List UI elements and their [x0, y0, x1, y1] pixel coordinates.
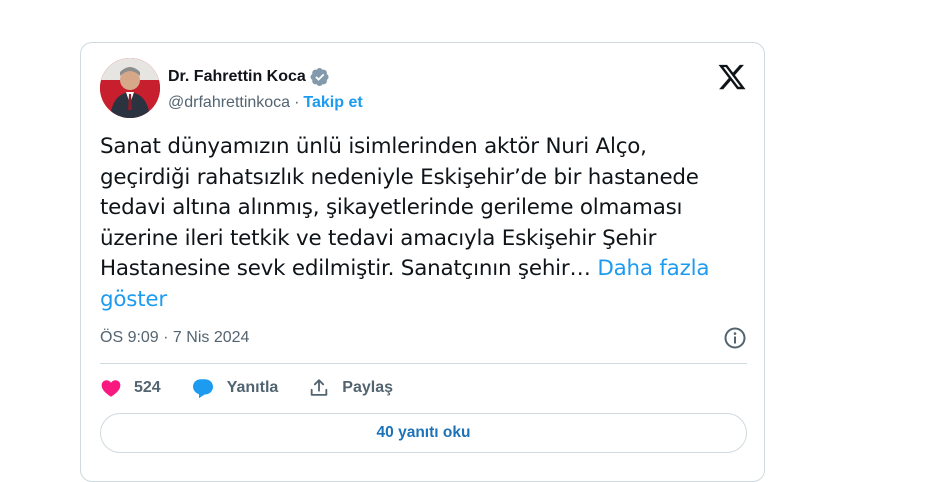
share-button[interactable]: Paylaş [308, 377, 393, 399]
avatar[interactable] [100, 58, 160, 118]
tweet-header: Dr. Fahrettin Koca @drfahrettinkoca · Ta… [100, 58, 747, 120]
share-icon [311, 379, 328, 396]
separator-dot: · [294, 94, 300, 111]
divider [100, 363, 747, 364]
tweet-text: Sanat dünyamızın ünlü isimlerinden aktör… [100, 132, 740, 315]
info-icon[interactable] [723, 326, 747, 350]
author-info: Dr. Fahrettin Koca @drfahrettinkoca · Ta… [168, 66, 363, 114]
x-logo-icon[interactable] [717, 62, 747, 92]
action-bar: 524 Yanıtla Paylaş [100, 373, 423, 403]
reply-bubble-icon [192, 379, 213, 399]
tweet-embed-card: Dr. Fahrettin Koca @drfahrettinkoca · Ta… [80, 42, 765, 482]
share-label: Paylaş [342, 379, 393, 396]
read-replies-button[interactable]: 40 yanıtı oku [100, 413, 747, 453]
author-name[interactable]: Dr. Fahrettin Koca [168, 68, 306, 86]
tweet-meta: ÖS 9:09 · 7 Nis 2024 [100, 326, 747, 350]
reply-label: Yanıtla [226, 379, 279, 396]
heart-icon [101, 380, 121, 397]
like-count: 524 [134, 379, 161, 396]
tweet-timestamp[interactable]: ÖS 9:09 · 7 Nis 2024 [100, 329, 249, 347]
like-button[interactable]: 524 [100, 377, 161, 399]
read-replies-label: 40 yanıtı oku [376, 424, 471, 441]
reply-button[interactable]: Yanıtla [191, 376, 279, 400]
author-handle[interactable]: @drfahrettinkoca [168, 94, 290, 112]
follow-button[interactable]: Takip et [303, 94, 362, 112]
verified-badge-icon [310, 67, 330, 87]
